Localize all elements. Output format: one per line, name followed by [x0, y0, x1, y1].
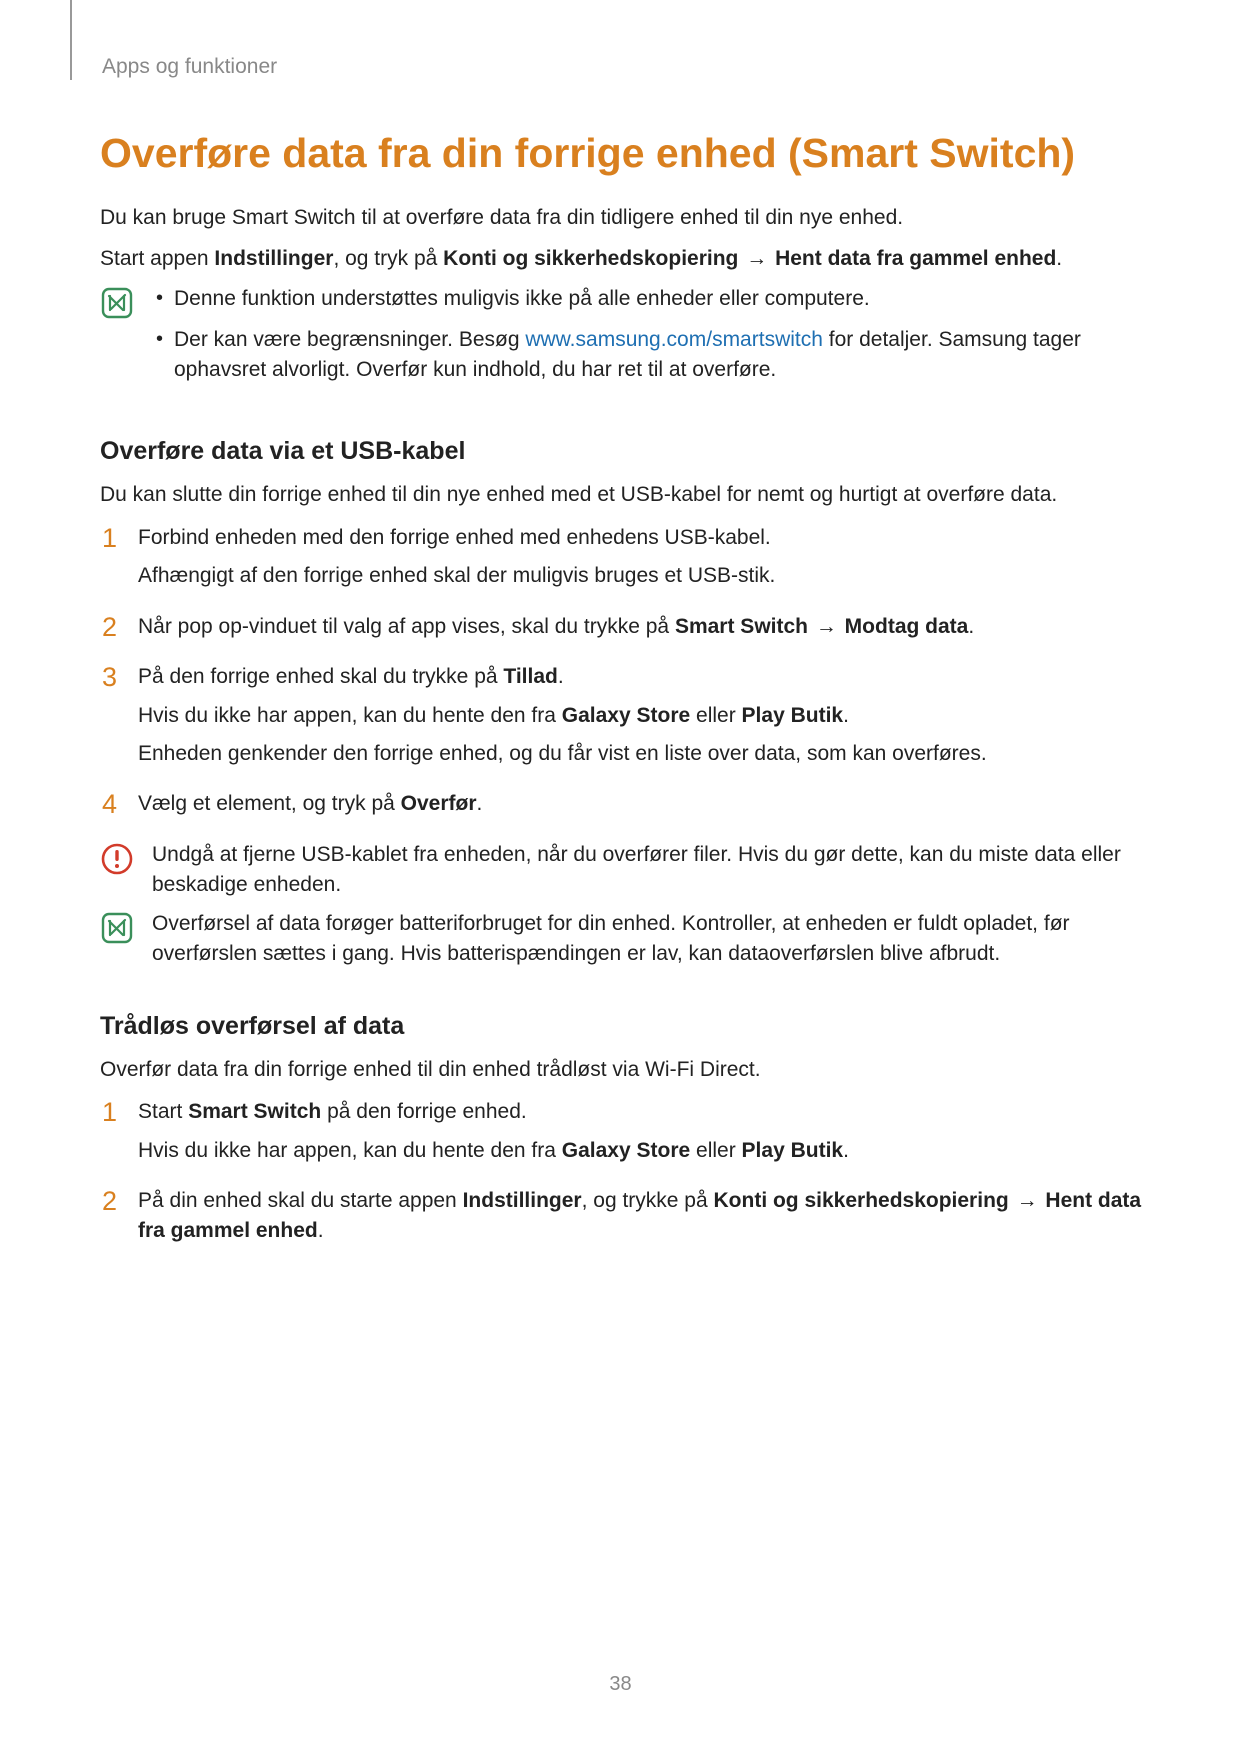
page-content: Apps og funktioner Overføre data fra din… [0, 0, 1241, 1327]
note1-bullet-1: Denne funktion understøttes muligvis ikk… [152, 284, 1146, 314]
page-left-rule [70, 0, 72, 80]
usb-step-3: På den forrige enhed skal du trykke på T… [100, 662, 1146, 769]
section-heading-wireless: Trådløs overførsel af data [100, 1012, 1146, 1041]
wireless-step-2: På din enhed skal du starte appen Indsti… [100, 1186, 1146, 1247]
wireless-step-1: Start Smart Switch på den forrige enhed.… [100, 1097, 1146, 1166]
note-icon [100, 286, 134, 320]
note1-bullet-2: Der kan være begrænsninger. Besøg www.sa… [152, 325, 1146, 386]
note-block-2: Overførsel af data forøger batteriforbru… [100, 909, 1146, 970]
note2-text: Overførsel af data forøger batteriforbru… [152, 909, 1146, 970]
breadcrumb: Apps og funktioner [100, 55, 1146, 79]
warning-icon [100, 842, 134, 876]
usb-steps-list: Forbind enheden med den forrige enhed me… [100, 523, 1146, 820]
wireless-steps-list: Start Smart Switch på den forrige enhed.… [100, 1097, 1146, 1247]
note-block-1: Denne funktion understøttes muligvis ikk… [100, 284, 1146, 395]
section2-intro: Overfør data fra din forrige enhed til d… [100, 1055, 1146, 1085]
section-heading-usb: Overføre data via et USB-kabel [100, 437, 1146, 466]
intro-paragraph-2: Start appen Indstillinger, og tryk på Ko… [100, 244, 1146, 274]
samsung-smartswitch-link[interactable]: www.samsung.com/smartswitch [525, 328, 823, 351]
section1-intro: Du kan slutte din forrige enhed til din … [100, 480, 1146, 510]
intro-paragraph-1: Du kan bruge Smart Switch til at overfør… [100, 203, 1146, 233]
note-icon [100, 911, 134, 945]
usb-step-2: Når pop op-vinduet til valg af app vises… [100, 612, 1146, 642]
usb-step-1: Forbind enheden med den forrige enhed me… [100, 523, 1146, 592]
page-title: Overføre data fra din forrige enhed (Sma… [100, 129, 1146, 178]
warning-text: Undgå at fjerne USB-kablet fra enheden, … [152, 840, 1146, 901]
page-number: 38 [0, 1673, 1241, 1696]
warning-block: Undgå at fjerne USB-kablet fra enheden, … [100, 840, 1146, 901]
usb-step-4: Vælg et element, og tryk på Overfør. [100, 789, 1146, 819]
